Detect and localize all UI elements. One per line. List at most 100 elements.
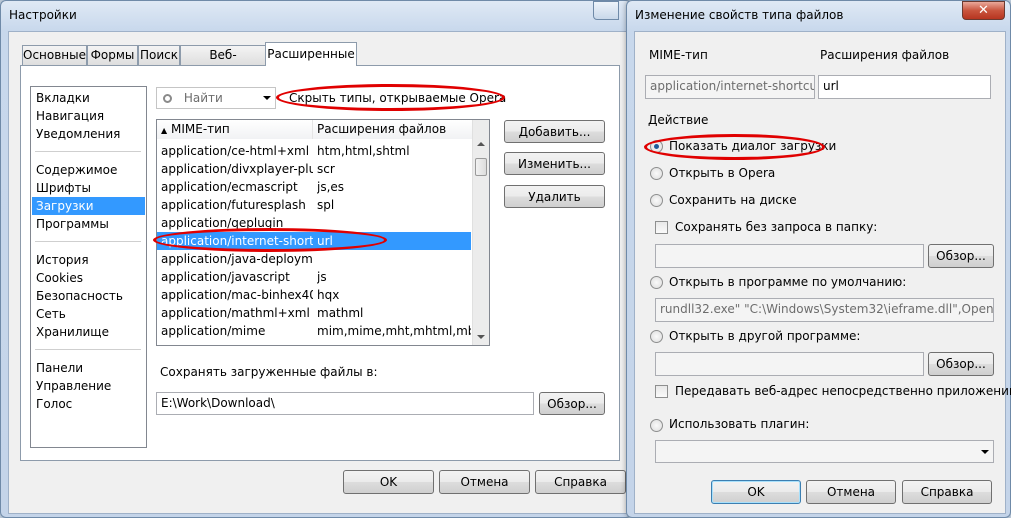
other-program-field[interactable]: [655, 352, 924, 376]
table-row[interactable]: application/mime mim,mime,mht,mhtml,mbs: [157, 322, 471, 340]
dialog-ok-button[interactable]: OK: [711, 480, 801, 504]
settings-title: Настройки: [9, 8, 77, 22]
settings-window: Настройки Основные Формы Поиск Веб-стран…: [0, 0, 632, 518]
mime-type-table[interactable]: ▲ MIME-тип Расширения файлов application…: [156, 119, 490, 346]
default-program-field[interactable]: rundll32.exe" "C:\Windows\System32\iefra…: [655, 298, 994, 322]
pass-url-label: Передавать веб-адрес непосредственно при…: [675, 384, 1011, 398]
nav-item-notifications[interactable]: Уведомления: [32, 125, 145, 143]
pass-url-checkbox[interactable]: [655, 385, 668, 398]
nav-separator: [35, 241, 141, 242]
mime-type-cell: application/javascript: [161, 270, 290, 284]
extensions-cell: scr: [317, 162, 335, 176]
plugin-select[interactable]: [655, 440, 994, 463]
add-button[interactable]: Добавить...: [504, 120, 605, 143]
radio-use-plugin-label: Использовать плагин:: [669, 417, 810, 431]
radio-show-dialog-label: Показать диалог загрузки: [669, 139, 837, 153]
radio-show-dialog[interactable]: [650, 140, 663, 153]
nav-item-programs[interactable]: Программы: [32, 215, 145, 233]
settings-nav-list[interactable]: Вкладки Навигация Уведомления Содержимое…: [30, 86, 147, 448]
nav-item-fonts[interactable]: Шрифты: [32, 179, 145, 197]
help-button[interactable]: Справка: [535, 470, 626, 494]
table-row[interactable]: application/java-deployme...: [157, 250, 471, 268]
extensions-cell: hqx: [317, 288, 340, 302]
radio-open-in-opera-label: Открыть в Opera: [669, 166, 776, 180]
browse-program-button[interactable]: Обзор...: [928, 352, 994, 376]
chevron-down-icon[interactable]: [263, 96, 271, 100]
radio-open-other-label: Открыть в другой программе:: [669, 329, 861, 343]
close-button[interactable]: ✕: [962, 1, 1005, 20]
tab-advanced[interactable]: Расширенные: [265, 42, 357, 66]
browse-folder-button[interactable]: Обзор...: [928, 244, 994, 268]
delete-button[interactable]: Удалить: [504, 185, 605, 208]
dialog-cancel-button[interactable]: Отмена: [806, 480, 896, 504]
nav-item-downloads[interactable]: Загрузки: [32, 197, 145, 215]
cancel-button[interactable]: Отмена: [439, 470, 530, 494]
column-header-mime[interactable]: ▲ MIME-тип: [157, 120, 313, 139]
scroll-thumb[interactable]: [475, 158, 487, 176]
table-row[interactable]: application/mathml+xml mathml: [157, 304, 471, 322]
mime-type-field[interactable]: application/internet-shortcut: [645, 75, 815, 99]
scroll-up-icon[interactable]: [477, 142, 485, 146]
save-to-path-field[interactable]: E:\Work\Download\: [156, 392, 534, 415]
radio-save-to-disk[interactable]: [650, 194, 663, 207]
extensions-cell: url: [317, 234, 333, 248]
nav-item-voice[interactable]: Голос: [32, 395, 145, 413]
table-row[interactable]: application/divxplayer-plug... scr: [157, 160, 471, 178]
radio-save-to-disk-label: Сохранить на диске: [669, 193, 797, 207]
edit-button[interactable]: Изменить...: [504, 152, 605, 175]
radio-open-default[interactable]: [650, 276, 663, 289]
column-header-extensions[interactable]: Расширения файлов: [313, 120, 489, 139]
mime-type-cell: application/mac-binhex40: [161, 288, 313, 302]
save-no-prompt-checkbox[interactable]: [655, 221, 668, 234]
tab-general[interactable]: Основные: [22, 45, 87, 65]
nav-item-cookies[interactable]: Cookies: [32, 269, 145, 287]
extensions-cell: mathml: [317, 306, 364, 320]
nav-item-security[interactable]: Безопасность: [32, 287, 145, 305]
nav-item-storage[interactable]: Хранилище: [32, 323, 145, 341]
nav-item-tabs[interactable]: Вкладки: [32, 89, 145, 107]
nav-item-network[interactable]: Сеть: [32, 305, 145, 323]
sort-arrow-icon: ▲: [161, 126, 168, 135]
save-to-label: Сохранять загруженные файлы в:: [160, 365, 378, 379]
table-row[interactable]: application/ce-html+xml htm,html,shtml: [157, 142, 471, 160]
nav-item-management[interactable]: Управление: [32, 377, 145, 395]
save-no-prompt-label: Сохранять без запроса в папку:: [675, 220, 878, 234]
mime-type-cell: application/ce-html+xml: [161, 144, 310, 158]
table-row[interactable]: application/mac-binhex40 hqx: [157, 286, 471, 304]
nav-item-navigation[interactable]: Навигация: [32, 107, 145, 125]
nav-separator: [35, 151, 141, 152]
radio-use-plugin[interactable]: [650, 419, 663, 432]
search-input[interactable]: Найти: [156, 87, 276, 109]
dialog-help-button[interactable]: Справка: [902, 480, 992, 504]
nav-item-history[interactable]: История: [32, 251, 145, 269]
mime-type-cell: application/internet-shortcut: [161, 234, 313, 248]
mime-type-cell: application/divxplayer-plug...: [161, 162, 313, 176]
nav-separator: [35, 349, 141, 350]
browse-button[interactable]: Обзор...: [539, 392, 605, 415]
mime-type-cell: application/mathml+xml: [161, 306, 310, 320]
table-row[interactable]: application/qeplugin: [157, 214, 471, 232]
extensions-label: Расширения файлов: [820, 48, 950, 62]
radio-open-in-opera[interactable]: [650, 167, 663, 180]
radio-open-other[interactable]: [650, 330, 663, 343]
table-row[interactable]: application/futuresplash spl: [157, 196, 471, 214]
extensions-field[interactable]: url: [818, 75, 991, 99]
table-row[interactable]: application/javascript js: [157, 268, 471, 286]
save-folder-field[interactable]: [655, 244, 924, 268]
table-row[interactable]: application/ecmascript js,es: [157, 178, 471, 196]
tab-webpages[interactable]: Веб-страницы: [180, 45, 266, 81]
nav-item-content[interactable]: Содержимое: [32, 161, 145, 179]
radio-open-default-label: Открыть в программе по умолчанию:: [669, 275, 907, 289]
table-row[interactable]: application/internet-shortcut url: [157, 232, 471, 250]
ok-button[interactable]: OK: [343, 470, 434, 494]
extensions-cell: spl: [317, 198, 335, 212]
table-scrollbar[interactable]: [472, 120, 489, 345]
tab-search[interactable]: Поиск: [138, 45, 180, 65]
nav-item-panels[interactable]: Панели: [32, 359, 145, 377]
scroll-down-icon[interactable]: [477, 335, 485, 339]
mime-type-cell: application/ecmascript: [161, 180, 298, 194]
mime-type-cell: application/futuresplash: [161, 198, 306, 212]
tab-forms[interactable]: Формы: [87, 45, 138, 65]
extensions-cell: js: [317, 270, 327, 284]
maximize-button[interactable]: [593, 1, 619, 20]
